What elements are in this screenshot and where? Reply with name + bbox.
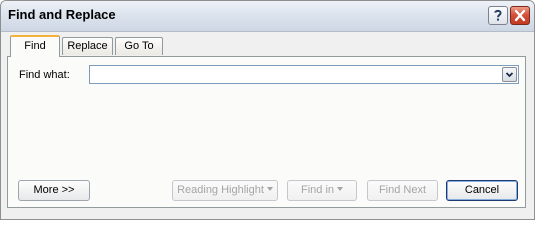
dialog-title: Find and Replace (8, 7, 116, 22)
more-button[interactable]: More >> (18, 180, 90, 201)
reading-highlight-caret-icon (266, 187, 273, 191)
cancel-button[interactable]: Cancel (446, 180, 518, 201)
tab-find[interactable]: Find (10, 35, 60, 57)
close-button[interactable] (510, 6, 530, 25)
close-x-icon (514, 9, 526, 22)
tab-replace[interactable]: Replace (62, 37, 113, 55)
title-bar[interactable]: Find and Replace (1, 1, 534, 32)
find-in-button[interactable]: Find in (287, 180, 357, 201)
find-replace-dialog: Find and Replace Find Replace Go To Find… (0, 0, 535, 220)
chevron-down-icon (505, 72, 514, 78)
find-in-label: Find in (300, 184, 335, 196)
tab-go-to[interactable]: Go To (115, 37, 163, 55)
find-next-button[interactable]: Find Next (367, 180, 438, 201)
find-what-dropdown-button[interactable] (502, 67, 517, 82)
tab-strip: Find Replace Go To (1, 31, 534, 57)
reading-highlight-label: Reading Highlight (177, 184, 264, 196)
find-what-combobox[interactable] (89, 65, 519, 84)
question-mark-icon (494, 9, 502, 21)
find-in-caret-icon (337, 187, 344, 191)
help-button[interactable] (488, 6, 508, 25)
find-what-label: Find what: (19, 69, 70, 81)
find-tab-panel: Find what: More >> Reading Highlight Fin… (7, 56, 526, 208)
reading-highlight-button[interactable]: Reading Highlight (172, 180, 278, 201)
